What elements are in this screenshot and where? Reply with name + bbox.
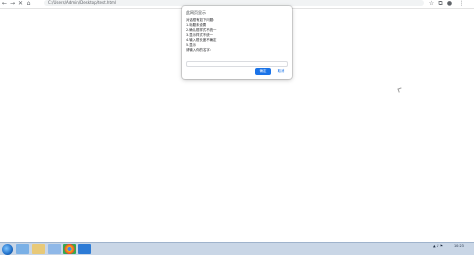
dialog-message-line: 对话框有如下问题: (186, 18, 215, 22)
chrome-icon[interactable] (63, 244, 76, 254)
back-icon[interactable]: ← (1, 0, 8, 7)
prompt-input[interactable] (186, 61, 288, 67)
taskbar: ▲ ♪ ⚑ 10:23 (0, 242, 474, 255)
dialog-message-line: 5.显示 (186, 43, 197, 47)
dialog-message-line: 请输入你的名字: (186, 48, 211, 52)
start-button[interactable] (2, 244, 13, 255)
menu-icon[interactable]: ⋮ (458, 0, 465, 7)
star-icon[interactable]: ☆ (428, 0, 435, 7)
forward-icon[interactable]: → (9, 0, 16, 7)
dialog-message-line: 3.显示样式不统一 (186, 33, 213, 37)
home-icon[interactable]: ⌂ (25, 0, 32, 7)
explorer-icon[interactable] (32, 244, 45, 254)
vscode-icon[interactable] (78, 244, 91, 254)
dialog-title: 此网页显示 (186, 10, 206, 15)
extension-icon[interactable]: ⧉ (437, 0, 444, 7)
prompt-dialog: 此网页显示 对话框有如下问题: 1.标题未设置 2.确认框样式不统一 3.显示样… (182, 6, 292, 79)
clock[interactable]: 10:23 (454, 244, 464, 249)
ie-icon[interactable] (16, 244, 29, 254)
tray-icons[interactable]: ▲ ♪ ⚑ (433, 244, 443, 249)
ok-button[interactable]: 确定 (255, 68, 271, 75)
mouse-cursor-icon (397, 87, 403, 93)
dialog-message-line: 1.标题未设置 (186, 23, 207, 27)
address-text: C:/Users/Admin/Desktop/test.html (48, 0, 117, 5)
profile-icon[interactable]: ● (446, 0, 453, 7)
close-icon[interactable]: ✕ (17, 0, 24, 7)
dialog-message-line: 2.确认框样式不统一 (186, 28, 217, 32)
dialog-message-line: 4.输入框长度不确定 (186, 38, 217, 42)
cancel-button[interactable]: 取消 (274, 68, 288, 75)
media-player-icon[interactable] (48, 244, 61, 254)
